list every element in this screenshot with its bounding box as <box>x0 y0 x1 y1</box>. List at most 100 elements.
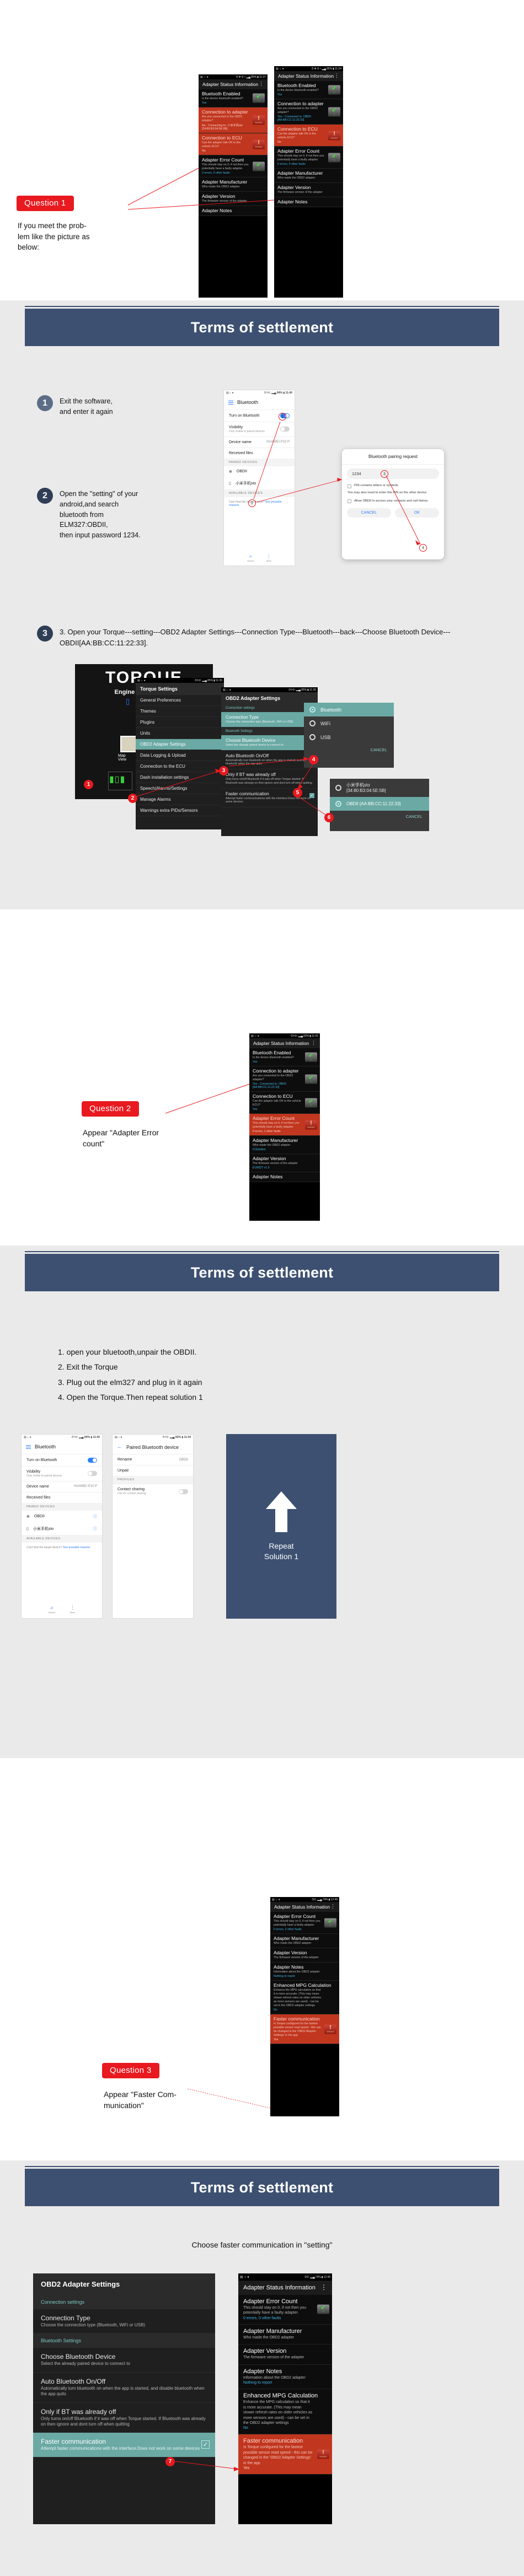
paired-device-xiaomi[interactable]: ▯ 小米手机sto <box>224 477 295 489</box>
status-row[interactable]: Connection to adapter Are you connected t… <box>274 99 343 125</box>
option-device-xiaomi[interactable]: 小米手机sto [34:80:B3:04:5E:5B] <box>330 779 429 797</box>
only-if-bt-off-item[interactable]: Only if BT was already off Only turns on… <box>221 769 318 789</box>
torque-settings-item[interactable]: OBD2 Adapter Settings <box>136 739 224 750</box>
radio-obdii[interactable] <box>335 801 341 807</box>
back-arrow-icon[interactable]: ← <box>117 1444 122 1450</box>
status-row[interactable]: Adapter Version The firmware version of t… <box>249 1154 320 1173</box>
status-row[interactable]: Adapter Notes <box>274 197 343 208</box>
overflow-menu-icon[interactable]: ⋮ <box>259 81 264 87</box>
visibility-row[interactable]: Visibility Only visible to paired device… <box>22 1465 102 1481</box>
torque-settings-item[interactable]: Speech/Alarms/Settings <box>136 783 224 794</box>
status-row[interactable]: Adapter Version The firmware version of t… <box>270 1948 339 1963</box>
option-usb[interactable]: USB <box>304 730 394 744</box>
device-name-row[interactable]: Device name HUAWEI P10 P <box>22 1480 102 1492</box>
radio-wifi[interactable] <box>309 720 316 726</box>
radio-bluetooth[interactable] <box>309 707 316 713</box>
status-row[interactable]: Connection to ECU Can the adapter talk OK… <box>199 133 268 156</box>
option-wifi[interactable]: WiFi <box>304 716 394 730</box>
torque-settings-item[interactable]: General Preferences <box>136 695 224 706</box>
contacts-access-checkbox[interactable] <box>347 499 351 503</box>
turn-on-bluetooth-row[interactable]: Turn on Bluetooth <box>22 1453 102 1466</box>
hamburger-icon[interactable] <box>228 400 233 406</box>
faster-communication-item[interactable]: Faster communication Attempt faster comm… <box>33 2433 215 2458</box>
conn-dialog-cancel[interactable]: CANCEL <box>304 744 394 757</box>
pin-input[interactable]: 1234 <box>347 468 439 479</box>
torque-settings-item[interactable]: Warnings extra PIDs/Sensors <box>136 805 224 816</box>
status-row[interactable]: Adapter Notes <box>249 1172 320 1183</box>
contacts-access-row[interactable]: Allow OBDII to access your contacts and … <box>342 496 444 505</box>
contact-sharing-toggle[interactable] <box>179 1489 188 1494</box>
status-row[interactable]: Bluetooth Enabled Is the device bluetooth… <box>199 89 268 108</box>
overflow-menu-icon[interactable]: ⋮ <box>334 73 339 78</box>
status-row[interactable]: Adapter Error Count This should stay on 0… <box>270 1912 339 1934</box>
more-nav-item[interactable]: ⋮ More <box>69 1605 75 1614</box>
torque-settings-item[interactable]: Connection to the ECU <box>136 761 224 772</box>
status-row[interactable]: Faster communication Is Torque configured… <box>238 2434 332 2475</box>
option-device-obdii[interactable]: OBDII [AA:BB:CC:11:22:33] <box>330 797 429 811</box>
unpair-row[interactable]: Unpair <box>113 1465 193 1476</box>
status-row[interactable]: Adapter Version The firmware version of t… <box>199 192 268 207</box>
cancel-button[interactable]: CANCEL <box>347 508 391 518</box>
choose-bluetooth-device-item[interactable]: Choose Bluetooth Device Select the alrea… <box>33 2348 215 2373</box>
status-row[interactable]: Adapter Manufacturer Who made the OBD2 ad… <box>238 2324 332 2345</box>
torque-settings-item[interactable]: Dash installation settings <box>136 772 224 783</box>
torque-settings-item[interactable]: Plugins <box>136 717 224 728</box>
connection-type-item[interactable]: Connection Type Choose the connection ty… <box>221 712 318 727</box>
connection-type-item[interactable]: Connection Type Choose the connection ty… <box>33 2309 215 2334</box>
status-row[interactable]: Adapter Error Count This should stay on 0… <box>274 147 343 169</box>
rename-row[interactable]: Rename OBDII <box>113 1454 193 1465</box>
status-row[interactable]: Adapter Version The firmware version of t… <box>238 2345 332 2365</box>
paired-device-obdii[interactable]: ✻ OBDII ⓘ <box>22 1511 102 1523</box>
status-row[interactable]: Adapter Error Count This should stay on 0… <box>199 155 268 178</box>
paired-device-obdii[interactable]: ✻ OBDII <box>224 466 295 477</box>
contact-sharing-row[interactable]: Contact sharing Use for contact sharing <box>113 1484 193 1499</box>
status-row[interactable]: Adapter Manufacturer Who made the OBD2 ad… <box>274 169 343 184</box>
overflow-menu-icon[interactable]: ⋮ <box>330 1904 335 1909</box>
status-row[interactable]: Adapter Manufacturer Who made the OBD2 ad… <box>199 177 268 192</box>
overflow-menu-icon[interactable]: ⋮ <box>311 1040 316 1046</box>
device-info-icon[interactable]: ⓘ <box>93 1514 97 1519</box>
faster-communication-item[interactable]: Faster communication Attempt faster comm… <box>221 788 318 807</box>
bt-dialog-cancel[interactable]: CANCEL <box>330 811 429 824</box>
visibility-toggle[interactable] <box>280 427 290 432</box>
status-row[interactable]: Connection to adapter Are you connected t… <box>199 107 268 134</box>
received-files-row[interactable]: Received files <box>224 447 295 459</box>
status-row[interactable]: Connection to ECU Can the adapter talk OK… <box>274 125 343 147</box>
bluetooth-toggle[interactable] <box>88 1457 97 1463</box>
see-possible-reasons-link[interactable]: See possible reasons <box>63 1546 90 1549</box>
status-row[interactable]: Adapter Manufacturer Who made the OBD2 ad… <box>270 1934 339 1949</box>
status-row[interactable]: Faster communication Is Torque configured… <box>270 2014 339 2045</box>
pin-symbols-checkbox[interactable] <box>347 484 351 488</box>
visibility-toggle[interactable] <box>88 1471 97 1476</box>
status-row[interactable]: Adapter Version The firmware version of t… <box>274 183 343 198</box>
overflow-menu-icon[interactable]: ⋮ <box>320 2284 327 2291</box>
choose-bluetooth-device-item[interactable]: Choose Bluetooth Device Select the alrea… <box>221 735 318 751</box>
status-row[interactable]: Adapter Error Count This should stay on 0… <box>238 2295 332 2325</box>
option-bluetooth[interactable]: Bluetooth <box>304 703 394 716</box>
auto-bluetooth-item[interactable]: Auto Bluetooth On/Off Automatically turn… <box>221 750 318 769</box>
visibility-row[interactable]: Visibility Only visible to paired device… <box>224 421 295 436</box>
device-info-icon[interactable]: ⓘ <box>93 1526 97 1532</box>
received-files-row[interactable]: Received files <box>22 1491 102 1503</box>
pin-symbols-row[interactable]: PIN contains letters or symbols <box>342 483 444 489</box>
ok-button[interactable]: OK <box>395 508 439 518</box>
radio-usb[interactable] <box>309 734 316 740</box>
torque-settings-item[interactable]: Manage Alarms <box>136 794 224 805</box>
paired-device-xiaomi[interactable]: ▯ 小米手机sto ⓘ <box>22 1523 102 1535</box>
search-nav-item[interactable]: ⌕ Search <box>247 553 254 562</box>
status-row[interactable]: Bluetooth Enabled Is the device bluetooth… <box>274 81 343 100</box>
auto-bluetooth-item[interactable]: Auto Bluetooth On/Off Automatically turn… <box>33 2372 215 2403</box>
device-name-row[interactable]: Device name HUAWEI P10 P <box>224 436 295 448</box>
status-row[interactable]: Bluetooth Enabled Is the device bluetooth… <box>249 1048 320 1067</box>
status-row[interactable]: Enhanced MPG Calculation Enhance the MPG … <box>238 2389 332 2435</box>
more-nav-item[interactable]: ⋮ More <box>266 553 271 562</box>
status-row[interactable]: Adapter Notes Information about the OBD2 … <box>270 1963 339 1981</box>
status-row[interactable]: Enhanced MPG Calculation Enhance the MPG … <box>270 1981 339 2015</box>
status-row[interactable]: Adapter Notes <box>199 206 268 217</box>
only-if-bt-off-item[interactable]: Only if BT was already off Only turns on… <box>33 2402 215 2433</box>
status-row[interactable]: Connection to ECU Can the adapter talk OK… <box>249 1092 320 1114</box>
hamburger-icon[interactable] <box>26 1444 31 1450</box>
status-row[interactable]: Adapter Error Count This should stay on 0… <box>249 1114 320 1136</box>
status-row[interactable]: Adapter Notes Information about the OBD2 … <box>238 2364 332 2390</box>
faster-checkbox[interactable]: ✓ <box>309 793 314 798</box>
